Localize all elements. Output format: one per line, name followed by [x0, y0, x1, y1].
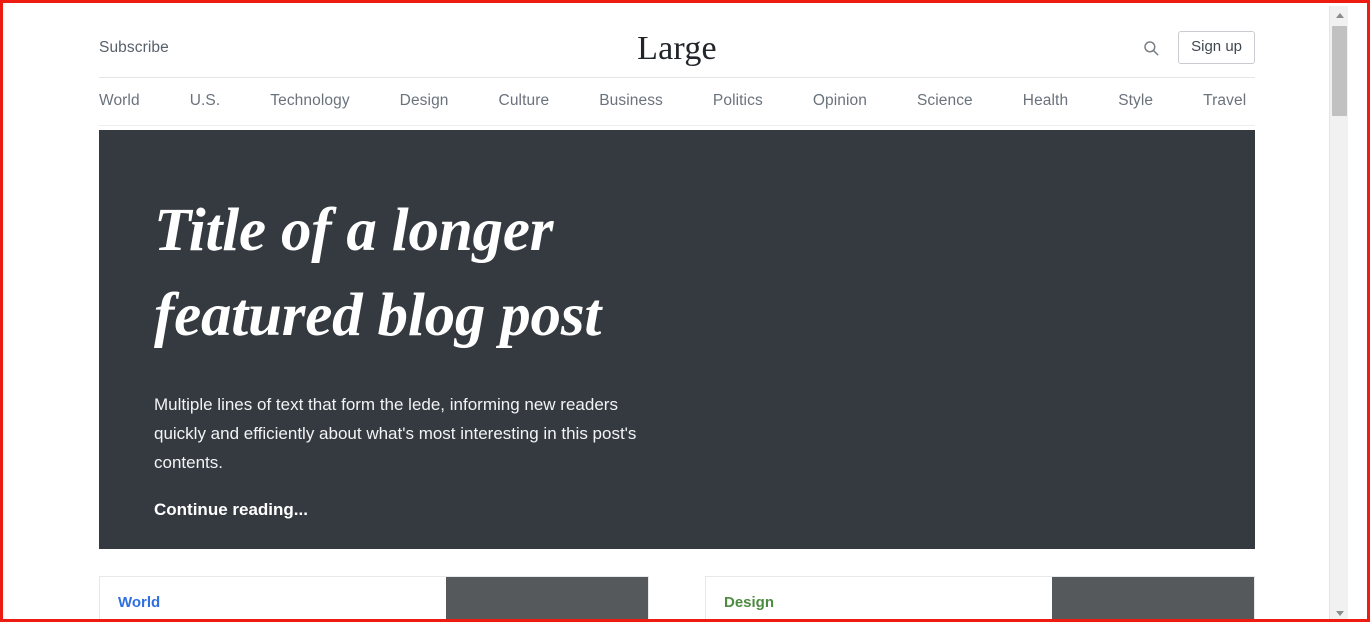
chevron-up-icon	[1335, 12, 1344, 18]
card-body: Design Post title	[706, 577, 1052, 619]
nav-item-culture[interactable]: Culture	[499, 92, 550, 110]
nav-list: World U.S. Technology Design Culture Bus…	[99, 78, 1255, 124]
featured-card-world[interactable]: World Featured post	[99, 576, 649, 619]
search-button[interactable]	[1138, 35, 1164, 61]
card-thumbnail	[446, 577, 648, 619]
scrollbar-up-arrow[interactable]	[1330, 6, 1348, 24]
card-title: Post title	[724, 617, 1034, 619]
category-nav: World U.S. Technology Design Culture Bus…	[99, 78, 1255, 126]
browser-viewport: Subscribe Large Sign up World U.S. Techn…	[0, 0, 1370, 622]
featured-card-row: World Featured post Design Post title	[99, 576, 1255, 619]
featured-post-hero: Title of a longer featured blog post Mul…	[99, 130, 1255, 549]
featured-card-design[interactable]: Design Post title	[705, 576, 1255, 619]
scrollbar-thumb[interactable]	[1332, 26, 1347, 116]
hero-inner: Title of a longer featured blog post Mul…	[154, 188, 714, 521]
site-masthead: Subscribe Large Sign up	[99, 6, 1255, 78]
hero-title-line-2: featured blog post	[154, 282, 602, 349]
signup-button[interactable]: Sign up	[1178, 31, 1255, 64]
card-body: World Featured post	[100, 577, 446, 619]
card-category: World	[118, 594, 161, 611]
chevron-down-icon	[1335, 610, 1344, 616]
nav-item-science[interactable]: Science	[917, 92, 973, 110]
card-thumbnail	[1052, 577, 1254, 619]
masthead-actions: Sign up	[1138, 31, 1255, 64]
nav-item-politics[interactable]: Politics	[713, 92, 763, 110]
nav-item-health[interactable]: Health	[1023, 92, 1068, 110]
hero-title: Title of a longer featured blog post	[154, 188, 714, 358]
nav-item-world[interactable]: World	[99, 92, 140, 110]
nav-item-us[interactable]: U.S.	[190, 92, 221, 110]
nav-item-business[interactable]: Business	[599, 92, 663, 110]
search-icon	[1142, 39, 1160, 57]
card-title: Featured post	[118, 617, 428, 619]
page-content: Subscribe Large Sign up World U.S. Techn…	[6, 6, 1348, 619]
masthead-inner: Subscribe Large Sign up	[99, 6, 1255, 77]
scrollbar-down-arrow[interactable]	[1330, 604, 1348, 619]
continue-reading-link[interactable]: Continue reading...	[154, 499, 308, 521]
hero-title-line-1: Title of a longer	[154, 197, 554, 264]
nav-item-style[interactable]: Style	[1118, 92, 1153, 110]
nav-item-technology[interactable]: Technology	[270, 92, 349, 110]
vertical-scrollbar[interactable]	[1329, 6, 1348, 619]
site-logo[interactable]: Large	[99, 29, 1255, 69]
page-container: Subscribe Large Sign up World U.S. Techn…	[99, 6, 1255, 619]
card-category: Design	[724, 594, 775, 611]
nav-item-travel[interactable]: Travel	[1203, 92, 1246, 110]
nav-item-opinion[interactable]: Opinion	[813, 92, 867, 110]
nav-item-design[interactable]: Design	[400, 92, 449, 110]
hero-lede: Multiple lines of text that form the led…	[154, 395, 637, 472]
